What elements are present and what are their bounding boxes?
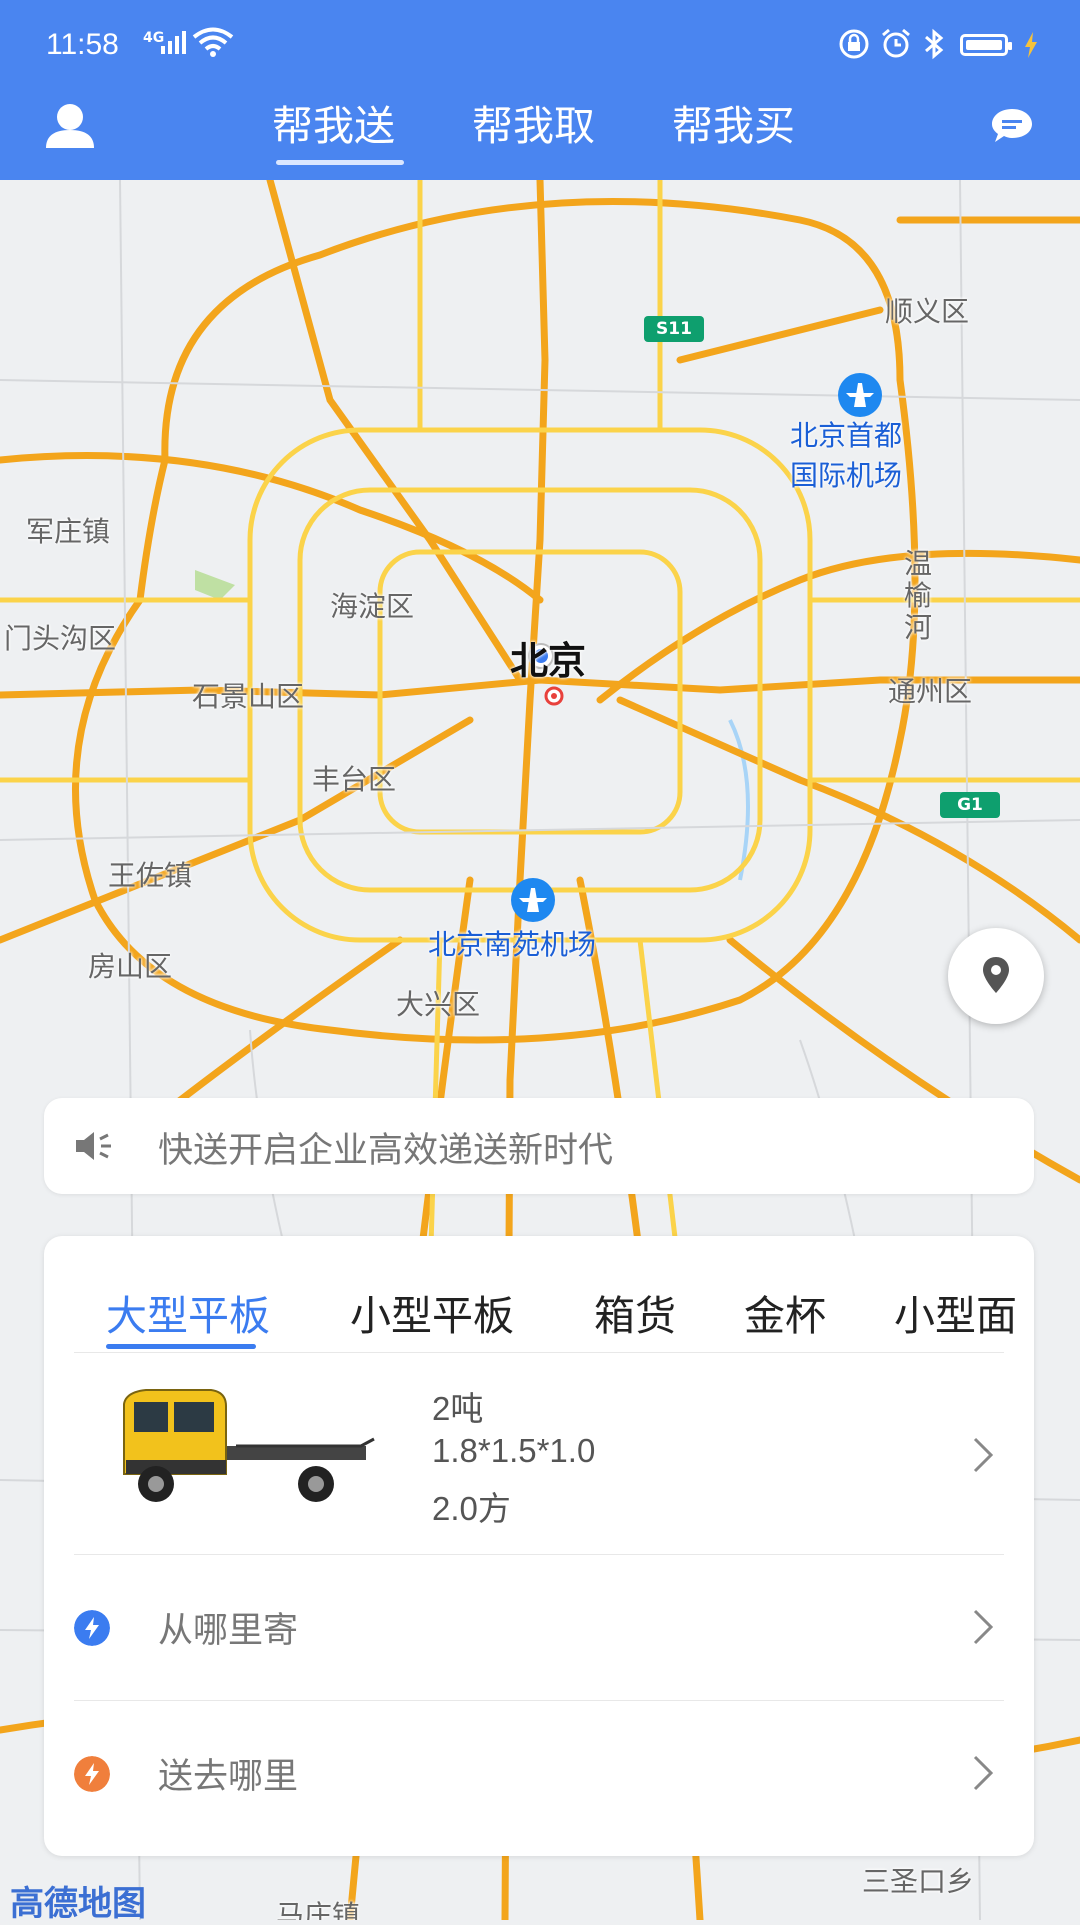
from-chevron-icon (973, 1609, 994, 1645)
map-label-wenyuhe: 温榆河 (904, 547, 933, 644)
to-lightning-icon (74, 1756, 110, 1792)
map-label-junzhuang: 军庄镇 (26, 515, 111, 548)
map-label-daxing: 大兴区 (396, 988, 481, 1021)
tab-buy[interactable]: 帮我买 (672, 92, 795, 152)
map-label-capital-airport-line2: 国际机场 (790, 459, 903, 492)
vehicle-tab-box-truck[interactable]: 箱货 (594, 1282, 676, 1342)
tabs-divider (74, 1352, 1004, 1353)
map-label-mazhuang: 马庄镇 (276, 1899, 361, 1920)
tab-send[interactable]: 帮我送 (272, 92, 395, 152)
vehicle-size: 1.8*1.5*1.0 (432, 1432, 596, 1469)
message-icon[interactable] (990, 106, 1034, 146)
tab-active-indicator (276, 160, 404, 165)
vehicle-tab-jinbei[interactable]: 金杯 (744, 1282, 826, 1342)
from-lightning-icon (74, 1610, 110, 1646)
map-label-fengtai: 丰台区 (312, 763, 397, 796)
map-label-mentougou: 门头沟区 (4, 622, 117, 655)
vehicle-tab-small-van[interactable]: 小型面 (894, 1282, 1017, 1342)
lock-rotation-icon (839, 29, 869, 59)
alarm-icon (882, 28, 910, 58)
to-chevron-icon (973, 1755, 994, 1791)
battery-icon (960, 34, 1012, 56)
vehicle-divider (74, 1554, 1004, 1555)
app-header: 11:58 4G 帮我送 帮我取 帮我买 (0, 0, 1080, 180)
highway-badge-s11: S11 (644, 316, 704, 342)
wifi-icon (192, 27, 234, 57)
profile-icon[interactable] (44, 100, 96, 152)
map-label-capital-airport-line1: 北京首都 (790, 419, 903, 452)
signal-icon (161, 31, 186, 54)
map-label-wangzuo: 王佐镇 (108, 859, 193, 892)
vehicle-tab-small-van-clip: 小型面 (894, 1282, 1024, 1342)
map-label-haidian: 海淀区 (330, 590, 415, 623)
status-bar: 11:58 4G (0, 0, 1080, 92)
vehicle-detail-chevron-icon[interactable] (972, 1436, 994, 1474)
highway-badge-g1: G1 (940, 792, 1000, 818)
status-time: 11:58 (46, 28, 119, 61)
speaker-icon (76, 1132, 111, 1160)
location-pin-icon (983, 957, 1009, 993)
from-address-placeholder: 从哪里寄 (158, 1611, 299, 1651)
map-label-capital-airport: 北京首都 国际机场 (790, 414, 902, 494)
amap-attribution-logo: 高德地图 (10, 1884, 146, 1924)
vehicle-volume: 2.0方 (432, 1490, 511, 1527)
to-address-row[interactable]: 送去哪里 (44, 1702, 1034, 1846)
vehicle-weight: 2吨 (432, 1390, 484, 1427)
charging-icon (1025, 32, 1037, 58)
from-address-row[interactable]: 从哪里寄 (44, 1556, 1034, 1700)
address-divider (74, 1700, 1004, 1701)
truck-image (123, 1389, 375, 1502)
locate-button[interactable] (948, 928, 1044, 1024)
map-label-beijing: 北京 (510, 639, 587, 683)
to-address-placeholder: 送去哪里 (158, 1757, 299, 1797)
vehicle-tab-large-flatbed[interactable]: 大型平板 (106, 1282, 270, 1342)
map-label-shunyi: 顺义区 (885, 295, 970, 328)
map-label-fangshan: 房山区 (88, 950, 173, 983)
tab-pickup[interactable]: 帮我取 (472, 92, 595, 152)
map-label-nanyuan-airport: 北京南苑机场 (428, 928, 597, 961)
vehicle-tab-small-flatbed[interactable]: 小型平板 (350, 1282, 514, 1342)
map-label-sanshengkou: 三圣口乡 (862, 1865, 975, 1898)
order-card: 大型平板 小型平板 箱货 金杯 小型面 2吨 1.8*1.5*1.0 2.0方 … (44, 1236, 1034, 1856)
map-label-shijingshan: 石景山区 (192, 680, 305, 713)
notice-text: 快送开启企业高效递送新时代 (158, 1131, 614, 1171)
service-tabs: 帮我送 帮我取 帮我买 (0, 92, 1080, 180)
notice-bar[interactable]: 快送开启企业高效递送新时代 (44, 1098, 1034, 1194)
vehicle-tab-indicator (106, 1344, 256, 1349)
map-label-tongzhou: 通州区 (888, 675, 973, 708)
bluetooth-icon (925, 28, 944, 60)
